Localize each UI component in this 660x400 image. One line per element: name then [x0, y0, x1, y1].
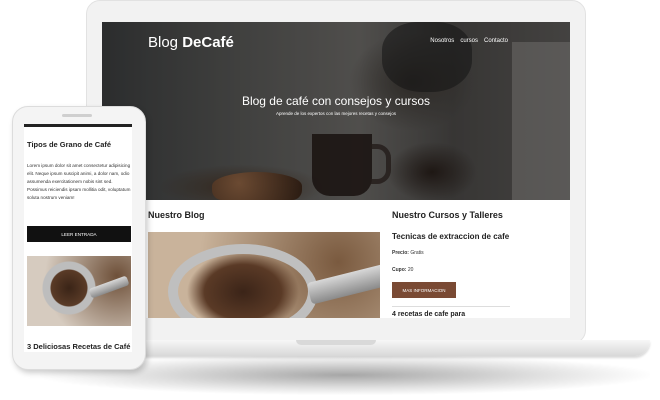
next-course-title: 4 recetas de cafe para	[392, 311, 466, 318]
laptop-screen: Blog DeCafé Nosotros cursos Contacto Blo…	[102, 22, 570, 318]
nav-item-cursos[interactable]: cursos	[460, 38, 478, 44]
hero-background-shape	[512, 42, 570, 200]
hero-banner: Blog DeCafé Nosotros cursos Contacto Blo…	[102, 22, 570, 200]
blog-heading: Nuestro Blog	[148, 210, 205, 220]
coffee-cup-image	[312, 134, 372, 196]
phone-post-title-2: 3 Deliciosas Recetas de Café	[27, 342, 131, 351]
phone-post-image[interactable]	[27, 256, 131, 326]
nav-item-contacto[interactable]: Contacto	[484, 38, 508, 44]
coffee-pot-image	[382, 22, 472, 92]
logo-text-bold: DeCafé	[182, 34, 234, 51]
phone-post-excerpt: Lorem ipsum dolor sit amet consectetur a…	[27, 163, 131, 200]
hero-title: Blog de café con consejos y cursos	[241, 94, 431, 108]
phone-post-title: Tipos de Grano de Café	[27, 140, 112, 149]
logo-text: Blog	[148, 34, 183, 51]
coffee-beans-image	[212, 172, 302, 200]
laptop-notch	[296, 340, 376, 345]
phone-screen: Tipos de Grano de Café Lorem ipsum dolor…	[24, 124, 132, 352]
site-logo[interactable]: Blog DeCafé	[148, 34, 234, 51]
course-price-value: Gratis	[408, 250, 424, 256]
main-nav: Nosotros cursos Contacto	[430, 38, 508, 44]
course-divider	[392, 306, 510, 307]
course-quota-value: 20	[406, 267, 414, 273]
courses-heading: Nuestro Cursos y Talleres	[392, 210, 503, 220]
course-title: Tecnicas de extraccion de cafe	[392, 232, 510, 241]
coffee-cup-handle	[370, 144, 391, 184]
blog-post-image[interactable]	[148, 232, 380, 318]
course-quota-label: Cupo:	[392, 267, 407, 273]
course-quota: Cupo: 20	[392, 267, 413, 273]
course-price: Precio: Gratis	[392, 250, 424, 256]
nav-item-nosotros[interactable]: Nosotros	[430, 38, 454, 44]
phone-top-bar	[24, 124, 132, 127]
read-entry-button[interactable]: LEER ENTRADA	[27, 226, 131, 242]
course-price-label: Precio:	[392, 250, 409, 256]
more-info-button[interactable]: MAS INFORMACION	[392, 282, 456, 298]
hero-subtitle: Aprende de los expertos con las mejores …	[275, 111, 397, 116]
phone-speaker	[62, 114, 92, 117]
